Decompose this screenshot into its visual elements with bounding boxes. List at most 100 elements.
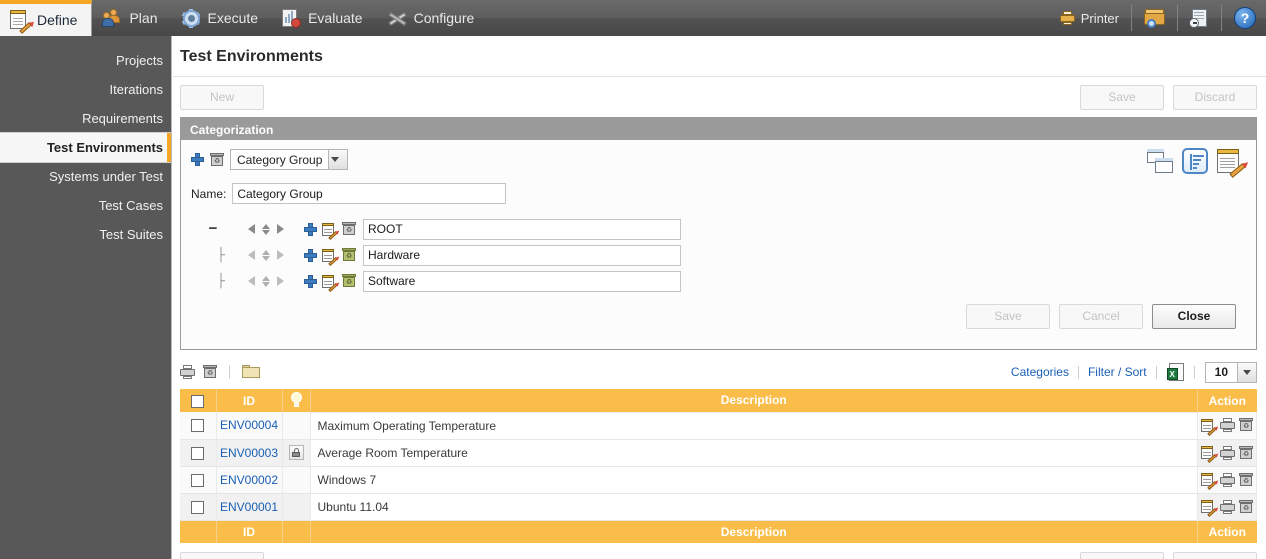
row-checkbox-cell[interactable] <box>180 466 217 494</box>
tree-expander-root[interactable]: − <box>191 221 235 236</box>
delete-icon[interactable]: ♻ <box>342 274 356 288</box>
sidebar-item-requirements[interactable]: Requirements <box>0 104 171 133</box>
page-size-select[interactable]: 10 <box>1204 361 1257 383</box>
delete-icon[interactable]: ♻ <box>342 222 356 236</box>
edit-icon[interactable] <box>1201 472 1217 490</box>
table-header-flag[interactable] <box>282 389 311 412</box>
row-checkbox[interactable] <box>191 473 205 487</box>
table-header-select-all[interactable] <box>180 389 217 412</box>
category-group-select[interactable]: Category Group <box>230 149 349 170</box>
row-id-link[interactable]: ENV00004 <box>220 418 278 432</box>
move-right-arrow-icon[interactable] <box>277 224 284 234</box>
categorization-save-button[interactable]: Save <box>966 304 1050 329</box>
print-icon[interactable] <box>1220 418 1235 433</box>
sidebar-item-systems-under-test[interactable]: Systems under Test <box>0 162 171 191</box>
recycle-bin-icon[interactable]: ♻ <box>210 152 224 167</box>
help-button[interactable]: ? <box>1224 0 1266 36</box>
categorization-cancel-button[interactable]: Cancel <box>1059 304 1143 329</box>
delete-icon[interactable]: ♻ <box>1239 472 1253 487</box>
delete-icon[interactable]: ♻ <box>1239 418 1253 432</box>
row-checkbox-cell[interactable] <box>180 493 217 521</box>
list-toolbar: ♻ Categories Filter / Sort X 10 <box>180 359 1257 385</box>
history-button[interactable] <box>1180 0 1219 36</box>
delete-icon[interactable]: ♻ <box>1239 499 1253 514</box>
row-checkbox[interactable] <box>191 446 205 460</box>
tree-node-input-software[interactable] <box>363 270 681 292</box>
add-child-plus-icon[interactable] <box>304 248 317 262</box>
table-header-id[interactable]: ID <box>216 389 283 412</box>
row-id-link[interactable]: ENV00003 <box>220 446 278 460</box>
nav-tab-define[interactable]: Define <box>0 0 93 36</box>
print-icon[interactable] <box>1220 499 1235 514</box>
excel-export-icon[interactable]: X <box>1166 363 1184 381</box>
discard-button-top[interactable]: Discard <box>1173 84 1257 110</box>
nav-tab-plan-label: Plan <box>129 10 158 26</box>
lock-icon[interactable] <box>288 445 304 460</box>
sidebar-item-projects[interactable]: Projects <box>0 46 171 75</box>
table-header-description[interactable]: Description <box>310 389 1198 412</box>
printer-icon[interactable] <box>180 365 195 379</box>
row-checkbox[interactable] <box>191 500 205 514</box>
edit-icon[interactable] <box>1201 499 1217 517</box>
add-child-plus-icon[interactable] <box>304 222 317 236</box>
move-updown-arrow-icon[interactable] <box>262 275 270 287</box>
row-id-link[interactable]: ENV00001 <box>220 500 278 514</box>
sidebar-item-test-environments[interactable]: Test Environments <box>0 133 171 162</box>
name-input[interactable] <box>232 183 507 204</box>
categories-link[interactable]: Categories <box>1002 365 1078 379</box>
table-row[interactable]: ENV00001 Ubuntu 11.04 ♻ <box>180 492 1257 521</box>
sidebar-item-test-suites[interactable]: Test Suites <box>0 220 171 249</box>
new-button-top[interactable]: New <box>180 84 264 110</box>
filter-sort-link[interactable]: Filter / Sort <box>1079 365 1156 379</box>
new-button-bottom[interactable]: New <box>180 552 264 559</box>
select-all-checkbox[interactable] <box>191 394 205 408</box>
delete-icon[interactable]: ♻ <box>342 248 356 262</box>
nav-tab-execute[interactable]: Execute <box>172 0 273 36</box>
table-row[interactable]: ENV00004 Maximum Operating Temperature ♻ <box>180 411 1257 440</box>
edit-notepad-icon[interactable] <box>1217 148 1246 178</box>
edit-icon[interactable] <box>322 248 338 266</box>
edit-icon[interactable] <box>322 222 338 240</box>
row-checkbox[interactable] <box>191 419 205 433</box>
categorization-close-button[interactable]: Close <box>1152 304 1236 329</box>
folder-icon[interactable] <box>242 365 260 379</box>
print-icon[interactable] <box>1220 445 1235 460</box>
print-icon[interactable] <box>1220 472 1235 487</box>
row-id-link[interactable]: ENV00002 <box>220 473 278 487</box>
discard-button-bottom[interactable]: Discard <box>1173 552 1257 559</box>
move-left-arrow-icon[interactable] <box>248 276 255 286</box>
plus-icon[interactable] <box>191 153 204 166</box>
nav-tab-evaluate[interactable]: Evaluate <box>272 0 376 36</box>
add-child-plus-icon[interactable] <box>304 274 317 288</box>
bottom-save-discard-group: Save Discard <box>1080 552 1257 559</box>
delete-icon[interactable]: ♻ <box>1239 445 1253 460</box>
tree-node-input-hardware[interactable] <box>363 244 681 266</box>
edit-icon[interactable] <box>322 274 338 292</box>
nav-tab-configure[interactable]: Configure <box>377 0 489 36</box>
move-right-arrow-icon[interactable] <box>277 250 284 260</box>
move-left-arrow-icon[interactable] <box>248 224 255 234</box>
table-row[interactable]: ENV00003 Average Room Temperature ♻ <box>180 438 1257 467</box>
row-checkbox-cell[interactable] <box>180 412 217 440</box>
edit-icon[interactable] <box>1201 445 1217 463</box>
move-left-arrow-icon[interactable] <box>248 250 255 260</box>
nav-tab-plan[interactable]: Plan <box>92 0 171 36</box>
search-archive-button[interactable] <box>1134 0 1175 36</box>
edit-icon[interactable] <box>1201 418 1217 436</box>
sidebar-item-iterations[interactable]: Iterations <box>0 75 171 104</box>
table-row[interactable]: ENV00002 Windows 7 ♻ <box>180 465 1257 494</box>
tree-node-input-root[interactable] <box>363 218 681 240</box>
move-updown-arrow-icon[interactable] <box>262 249 270 261</box>
move-updown-arrow-icon[interactable] <box>262 223 270 235</box>
tree-branch-icon: ├ <box>217 247 225 263</box>
row-checkbox-cell[interactable] <box>180 439 217 467</box>
save-button-top[interactable]: Save <box>1080 84 1164 110</box>
windows-cascade-icon[interactable] <box>1147 149 1173 173</box>
move-right-arrow-icon[interactable] <box>277 276 284 286</box>
sidebar-item-test-cases[interactable]: Test Cases <box>0 191 171 220</box>
recycle-bin-icon[interactable]: ♻ <box>203 365 217 379</box>
printer-button[interactable]: Printer <box>1050 0 1129 36</box>
save-button-bottom[interactable]: Save <box>1080 552 1164 559</box>
list-view-icon[interactable] <box>1182 148 1208 174</box>
list-toolbar-right: Categories Filter / Sort X 10 <box>1002 361 1257 383</box>
